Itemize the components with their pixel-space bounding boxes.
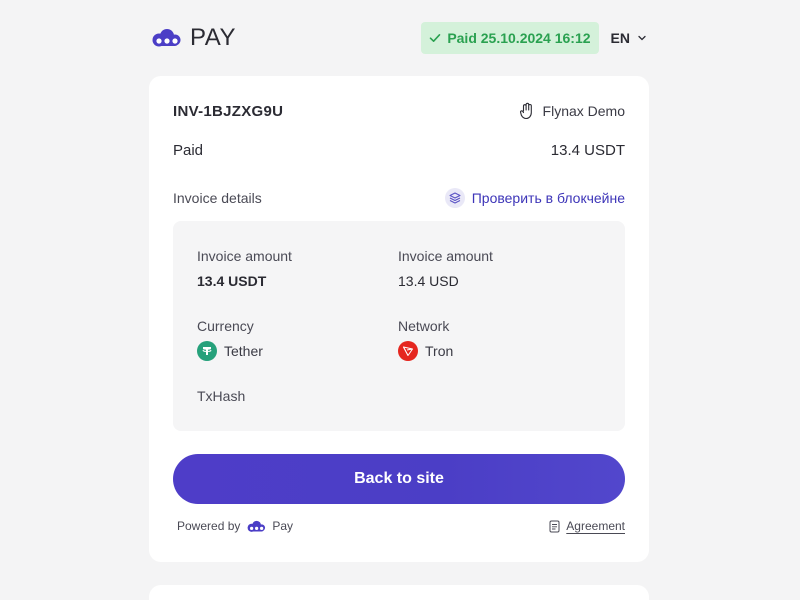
language-selector[interactable]: EN bbox=[607, 30, 650, 46]
card-footer: Powered by Pay Agreement bbox=[177, 519, 625, 533]
tether-icon bbox=[197, 341, 217, 361]
hand-icon bbox=[519, 102, 532, 120]
invoice-status-row: Paid 13.4 USDT bbox=[173, 142, 625, 159]
txhash-field: TxHash bbox=[197, 388, 245, 404]
txhash-label: TxHash bbox=[197, 388, 246, 404]
network-field: Network Tron bbox=[398, 318, 453, 361]
merchant: Flynax Demo bbox=[519, 102, 625, 120]
powered-by-text: Powered by bbox=[177, 519, 241, 533]
network-label: Network bbox=[398, 318, 450, 334]
currency-name: Tether bbox=[224, 343, 263, 359]
powered-brand: Pay bbox=[272, 519, 294, 533]
back-to-site-button[interactable]: Back to site bbox=[173, 454, 625, 504]
brand[interactable]: PAY bbox=[150, 24, 236, 52]
powered-by: Powered by Pay bbox=[177, 519, 293, 533]
details-label: Invoice details bbox=[173, 190, 262, 206]
status-badge: Paid 25.10.2024 16:12 bbox=[421, 22, 599, 54]
secondary-card bbox=[149, 585, 649, 600]
merchant-name: Flynax Demo bbox=[542, 103, 625, 119]
invoice-amount: 13.4 USDT bbox=[550, 142, 625, 159]
currency-field: Currency Tether bbox=[197, 318, 263, 361]
fiat-amount-field: Invoice amount 13.4 USD bbox=[398, 248, 493, 289]
verify-link-text: Проверить в блокчейне bbox=[471, 190, 625, 206]
currency-value: Tether bbox=[197, 341, 263, 361]
invoice-id: INV-1BJZXG9U bbox=[173, 102, 284, 120]
details-header-row: Invoice details Проверить в блокчейне bbox=[173, 188, 625, 208]
chevron-down-icon bbox=[638, 35, 646, 41]
network-name: Tron bbox=[425, 343, 454, 359]
verify-blockchain-link[interactable]: Проверить в блокчейне bbox=[444, 188, 625, 208]
agreement-link[interactable]: Agreement bbox=[549, 519, 625, 533]
page-header: PAY Paid 25.10.2024 16:12 EN bbox=[150, 20, 650, 56]
tron-icon bbox=[398, 341, 418, 361]
fiat-amount-label: Invoice amount bbox=[398, 248, 493, 264]
details-panel: Invoice amount 13.4 USDT Invoice amount … bbox=[173, 221, 625, 431]
cloud-logo-icon bbox=[152, 29, 181, 47]
status-badge-text: Paid 25.10.2024 16:12 bbox=[447, 30, 591, 46]
agreement-text: Agreement bbox=[566, 519, 625, 533]
layers-icon bbox=[444, 188, 465, 208]
cloud-logo-icon bbox=[247, 520, 266, 532]
fiat-amount-value: 13.4 USD bbox=[398, 273, 459, 289]
invoice-status: Paid bbox=[173, 142, 204, 159]
network-value: Tron bbox=[398, 341, 453, 361]
brand-name: PAY bbox=[190, 24, 236, 51]
crypto-amount-label: Invoice amount bbox=[197, 248, 292, 264]
crypto-amount-value: 13.4 USDT bbox=[197, 273, 267, 289]
crypto-amount-field: Invoice amount 13.4 USDT bbox=[197, 248, 292, 289]
currency-label: Currency bbox=[197, 318, 254, 334]
language-label: EN bbox=[610, 30, 630, 46]
check-icon bbox=[430, 34, 441, 42]
invoice-header-row: INV-1BJZXG9U Flynax Demo bbox=[173, 102, 625, 120]
document-icon bbox=[549, 520, 560, 532]
invoice-card: INV-1BJZXG9U Flynax Demo Paid 13.4 USDT … bbox=[149, 76, 649, 562]
